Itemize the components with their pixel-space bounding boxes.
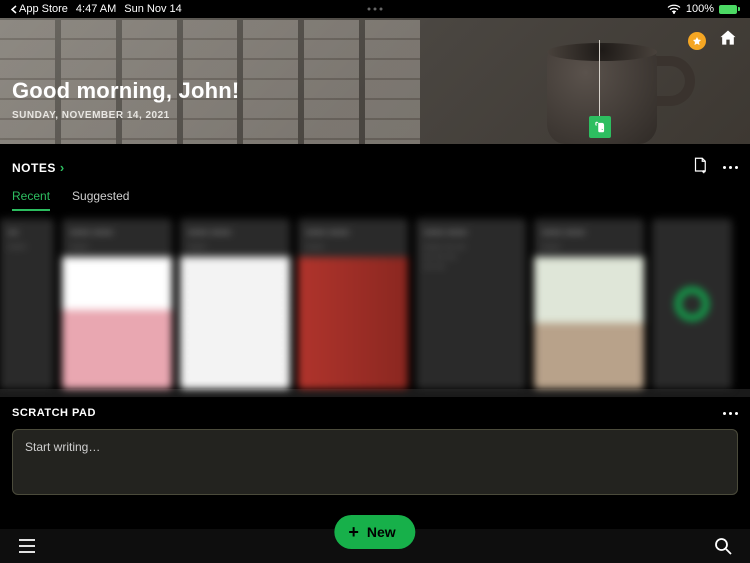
back-to-app[interactable]: App Store bbox=[10, 3, 68, 15]
back-app-label: App Store bbox=[19, 3, 68, 15]
notes-title-label: NOTES bbox=[12, 161, 56, 175]
battery-percent: 100% bbox=[686, 3, 714, 15]
note-card[interactable]: —— ———— bbox=[534, 219, 644, 389]
notes-section-title[interactable]: NOTES › bbox=[12, 160, 65, 175]
search-icon[interactable] bbox=[714, 537, 732, 555]
tab-suggested[interactable]: Suggested bbox=[72, 189, 129, 211]
notes-card-row[interactable]: ——— —— ———— —— ———— —— ———— —— ———— — ——… bbox=[0, 219, 750, 389]
tab-recent[interactable]: Recent bbox=[12, 189, 50, 211]
notes-section: NOTES › Recent Suggested ——— —— ———— —— … bbox=[0, 144, 750, 389]
new-note-button[interactable]: + New bbox=[334, 515, 415, 549]
ring-icon bbox=[675, 287, 709, 321]
upgrade-badge-icon[interactable] bbox=[688, 32, 706, 50]
note-card[interactable]: —— ———— bbox=[62, 219, 172, 389]
wifi-icon bbox=[667, 4, 681, 14]
greeting-text: Good morning, John! bbox=[12, 78, 239, 104]
section-divider bbox=[0, 389, 750, 397]
new-button-label: New bbox=[367, 524, 396, 540]
battery-icon bbox=[719, 5, 740, 14]
scratch-placeholder: Start writing… bbox=[25, 440, 100, 454]
notes-tabs: Recent Suggested bbox=[12, 189, 738, 211]
chevron-right-icon: › bbox=[60, 160, 65, 175]
status-right: 100% bbox=[667, 3, 740, 15]
greeting-date: SUNDAY, NOVEMBER 14, 2021 bbox=[12, 110, 239, 121]
chevron-left-icon bbox=[10, 5, 17, 14]
evernote-logo-icon bbox=[589, 116, 611, 138]
status-left: App Store 4:47 AM Sun Nov 14 bbox=[10, 3, 182, 15]
more-options-icon[interactable] bbox=[723, 412, 738, 415]
note-add-icon[interactable] bbox=[691, 156, 709, 179]
note-card[interactable]: —— ———— bbox=[180, 219, 290, 389]
hero-mug-illustration bbox=[547, 34, 692, 144]
note-card[interactable]: ——— bbox=[0, 219, 54, 389]
note-card[interactable]: —— ———— — —— — —— — bbox=[416, 219, 526, 389]
note-card-more[interactable] bbox=[652, 219, 732, 389]
note-card[interactable]: —— ———— bbox=[298, 219, 408, 389]
scratch-pad-title: SCRATCH PAD bbox=[12, 407, 96, 419]
status-date: Sun Nov 14 bbox=[124, 3, 181, 15]
menu-icon[interactable] bbox=[18, 539, 36, 553]
status-time: 4:47 AM bbox=[76, 3, 116, 15]
scratch-pad-section: SCRATCH PAD Start writing… bbox=[0, 397, 750, 495]
scratch-pad-input[interactable]: Start writing… bbox=[12, 429, 738, 495]
multitasking-dots-icon[interactable] bbox=[368, 8, 383, 11]
home-icon[interactable] bbox=[718, 28, 738, 53]
status-bar: App Store 4:47 AM Sun Nov 14 100% bbox=[0, 0, 750, 18]
hero-banner: Good morning, John! SUNDAY, NOVEMBER 14,… bbox=[0, 18, 750, 144]
more-options-icon[interactable] bbox=[723, 166, 738, 169]
